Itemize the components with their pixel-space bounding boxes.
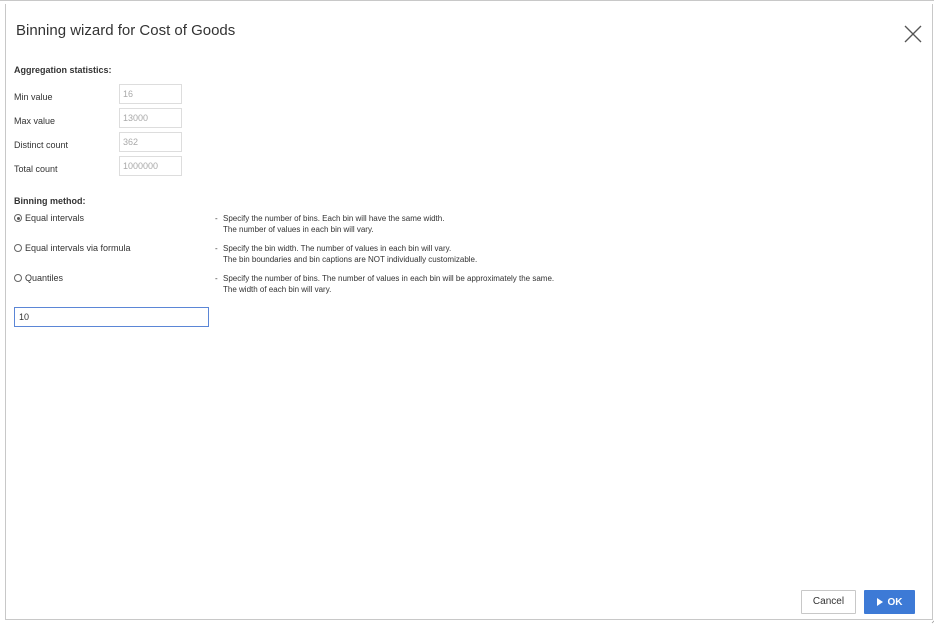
binning-wizard-dialog: Binning wizard for Cost of Goods Aggrega… xyxy=(5,4,934,624)
description-line: Specify the number of bins. The number o… xyxy=(223,274,555,283)
max-value-label: Max value xyxy=(14,116,56,126)
bullet-dash: - xyxy=(215,274,218,283)
quantiles-description: - Specify the number of bins. The number… xyxy=(215,273,554,295)
description-line: The bin boundaries and bin captions are … xyxy=(223,255,478,264)
description-line: The number of values in each bin will va… xyxy=(223,225,374,234)
total-count-field: 1000000 xyxy=(119,156,182,176)
aggregation-heading: Aggregation statistics: xyxy=(14,65,112,75)
resize-grip-icon[interactable] xyxy=(930,616,934,624)
ok-button[interactable]: OK xyxy=(864,590,915,614)
play-icon xyxy=(876,598,883,606)
radio-button[interactable] xyxy=(14,214,22,222)
ok-label: OK xyxy=(887,596,903,608)
radio-quantiles[interactable]: Quantiles xyxy=(14,273,63,283)
binning-method-heading: Binning method: xyxy=(14,196,86,206)
number-of-bins-input[interactable]: 10 xyxy=(14,307,209,327)
distinct-count-field: 362 xyxy=(119,132,182,152)
bullet-dash: - xyxy=(215,244,218,253)
description-line: The width of each bin will vary. xyxy=(223,285,332,294)
formula-description: - Specify the bin width. The number of v… xyxy=(215,243,477,265)
min-value-field: 16 xyxy=(119,84,182,104)
cancel-button[interactable]: Cancel xyxy=(801,590,856,614)
distinct-count-label: Distinct count xyxy=(14,140,69,150)
min-value-label: Min value xyxy=(14,92,53,102)
radio-button[interactable] xyxy=(14,244,22,252)
radio-label: Quantiles xyxy=(25,273,64,283)
close-icon[interactable] xyxy=(903,24,923,44)
description-line: Specify the bin width. The number of val… xyxy=(223,244,452,253)
total-count-label: Total count xyxy=(14,164,58,174)
dialog-title: Binning wizard for Cost of Goods xyxy=(16,22,236,39)
description-line: Specify the number of bins. Each bin wil… xyxy=(223,214,445,223)
radio-label: Equal intervals xyxy=(25,213,85,223)
bullet-dash: - xyxy=(215,214,218,223)
radio-button[interactable] xyxy=(14,274,22,282)
max-value-field: 13000 xyxy=(119,108,182,128)
equal-intervals-description: - Specify the number of bins. Each bin w… xyxy=(215,213,444,235)
radio-label: Equal intervals via formula xyxy=(25,243,131,253)
radio-equal-intervals-formula[interactable]: Equal intervals via formula xyxy=(14,243,131,253)
radio-equal-intervals[interactable]: Equal intervals xyxy=(14,213,84,223)
